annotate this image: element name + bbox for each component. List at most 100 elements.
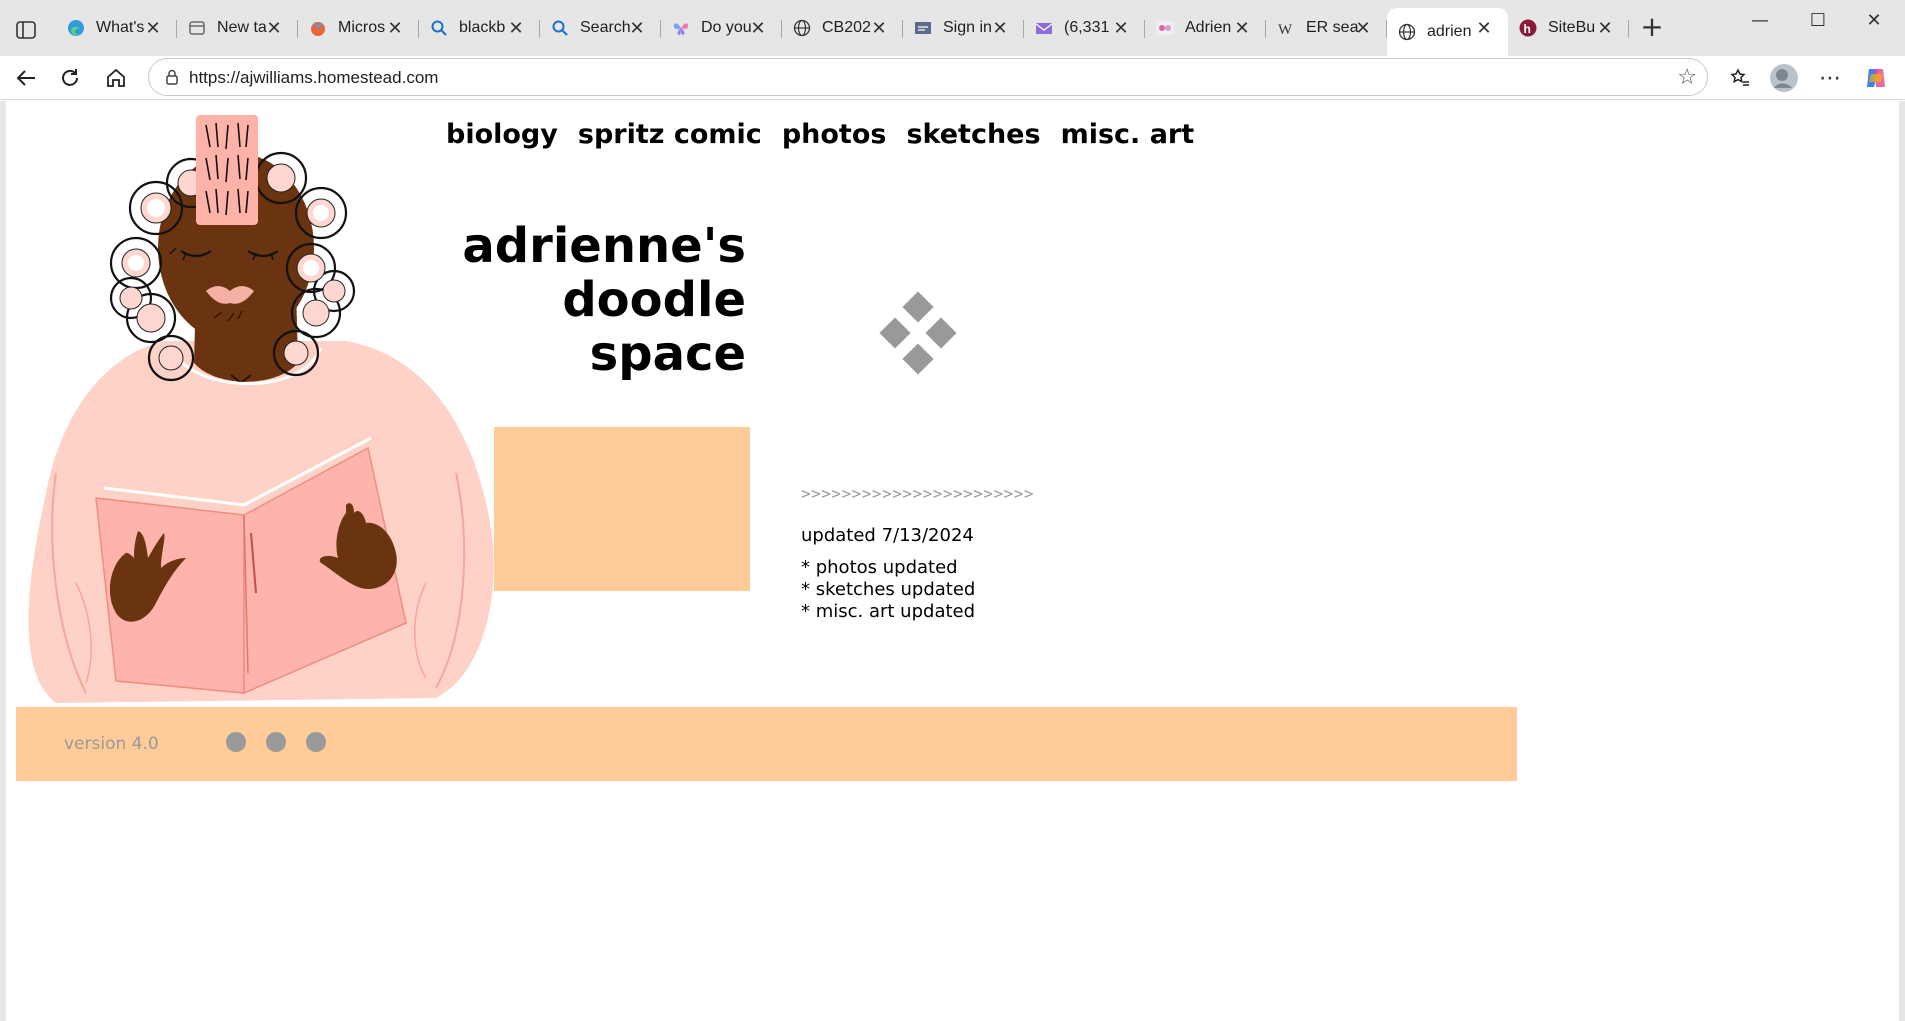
wikipedia-icon: W [1276, 18, 1296, 38]
site-title: adrienne's doodle space [406, 219, 746, 381]
home-icon[interactable] [98, 60, 134, 96]
profile-avatar[interactable] [1766, 60, 1802, 96]
refresh-icon[interactable] [52, 60, 88, 96]
tab-title: Sign in [943, 19, 992, 36]
browser-tab[interactable]: adrien ✕ [1387, 8, 1508, 56]
tab-title: Micros [338, 19, 386, 36]
dot-icon [306, 732, 326, 752]
change-list: * photos updated * sketches updated * misc… [801, 557, 975, 623]
tab-list: What's ✕ New ta ✕ Micros ✕ blackb ✕ Search ✕ Do yo… [56, 8, 1629, 56]
tab-title: blackb [459, 19, 506, 36]
browser-tab[interactable]: h SiteBu ✕ [1508, 8, 1629, 48]
nav-link[interactable]: photos [782, 119, 887, 150]
browser-toolbar: https://ajwilliams.homestead.com ☆ ⋯ [0, 56, 1905, 100]
browser-tab[interactable]: W ER sea ✕ [1266, 8, 1387, 48]
dot-icon [226, 732, 246, 752]
sitebuilder-icon: h [1518, 18, 1538, 38]
tab-strip: What's ✕ New ta ✕ Micros ✕ blackb ✕ Search ✕ Do yo… [0, 0, 1905, 56]
browser-tab[interactable]: Micros ✕ [298, 8, 419, 48]
browser-tab[interactable]: Adrien ✕ [1145, 8, 1266, 48]
favorites-icon[interactable] [1722, 60, 1758, 96]
browser-tab[interactable]: What's ✕ [56, 8, 177, 48]
browser-tab[interactable]: Do you ✕ [661, 8, 782, 48]
tab-close-icon[interactable]: ✕ [1234, 19, 1250, 37]
address-bar[interactable]: https://ajwilliams.homestead.com ☆ [148, 58, 1708, 96]
url-text[interactable]: https://ajwilliams.homestead.com [189, 68, 438, 88]
tab-title: adrien [1427, 23, 1472, 40]
tab-title: New ta [217, 19, 267, 36]
diamond-ornament-icon [879, 291, 957, 375]
change-item: * photos updated [801, 557, 958, 578]
browser-tab[interactable]: (6,331 ✕ [1024, 8, 1145, 48]
copilot-icon[interactable] [1858, 60, 1894, 96]
update-date: updated 7/13/2024 [801, 525, 974, 546]
minimize-icon[interactable]: — [1737, 10, 1783, 42]
tab-title: SiteBu [1548, 19, 1596, 36]
close-window-icon[interactable]: ✕ [1851, 10, 1897, 42]
signin-icon [913, 18, 933, 38]
globe-icon [792, 18, 812, 38]
svg-text:W: W [1278, 22, 1293, 37]
new-tab-button[interactable]: + [1636, 12, 1668, 44]
tab-title: What's [96, 19, 145, 36]
flickr-icon [1155, 18, 1175, 38]
tab-actions-icon[interactable] [10, 16, 42, 44]
browser-tab[interactable]: Sign in ✕ [903, 8, 1024, 48]
edge-icon [66, 18, 86, 38]
tab-close-icon[interactable]: ✕ [1355, 19, 1371, 37]
tab-close-icon[interactable]: ✕ [992, 19, 1008, 37]
nav-link[interactable]: misc. art [1061, 119, 1195, 150]
window-border-right [1899, 101, 1905, 1021]
browser-tab[interactable]: CB202 ✕ [782, 8, 903, 48]
nav-link[interactable]: sketches [906, 119, 1040, 150]
site-navigation: biology spritz comic photos sketches misc. a… [446, 119, 1194, 150]
site-title-line: adrienne's [462, 218, 746, 274]
nav-link[interactable]: spritz comic [578, 119, 762, 150]
dot-icon [266, 732, 286, 752]
mail-icon [1034, 18, 1054, 38]
site-title-line: space [589, 326, 746, 382]
peach-color-block [494, 427, 750, 591]
tab-close-icon[interactable]: ✕ [871, 19, 887, 37]
footer-bar: version 4.0 [16, 707, 1517, 781]
newtab-icon [187, 18, 207, 38]
tab-title: ER sea [1306, 19, 1359, 36]
tab-close-icon[interactable]: ✕ [750, 19, 766, 37]
tab-title: Search [580, 19, 631, 36]
page-viewport: biology spritz comic photos sketches misc. a… [6, 101, 1899, 1017]
browser-tab[interactable]: New ta ✕ [177, 8, 298, 48]
tab-close-icon[interactable]: ✕ [1476, 19, 1492, 37]
nav-link[interactable]: biology [446, 119, 558, 150]
dot-ornament [226, 732, 326, 752]
tab-title: (6,331 [1064, 19, 1110, 36]
globe-icon [1397, 22, 1417, 42]
tab-close-icon[interactable]: ✕ [1597, 19, 1613, 37]
tab-title: Adrien [1185, 19, 1232, 36]
tab-close-icon[interactable]: ✕ [1113, 19, 1129, 37]
more-icon[interactable]: ⋯ [1812, 60, 1848, 96]
tab-close-icon[interactable]: ✕ [266, 19, 282, 37]
woman-reading-illustration [28, 115, 494, 703]
arrow-divider: >>>>>>>>>>>>>>>>>>>>>>> [801, 484, 1035, 503]
butterfly-icon [671, 18, 691, 38]
tab-close-icon[interactable]: ✕ [145, 19, 161, 37]
back-icon[interactable] [8, 60, 44, 96]
tab-close-icon[interactable]: ✕ [508, 19, 524, 37]
version-label: version 4.0 [64, 734, 159, 754]
browser-tab[interactable]: blackb ✕ [419, 8, 540, 48]
search-icon [550, 18, 570, 38]
site-title-line: doodle [562, 272, 746, 328]
change-item: * misc. art updated [801, 601, 976, 622]
change-item: * sketches updated [801, 579, 976, 600]
tab-title: Do you [701, 19, 752, 36]
favorite-star-icon[interactable]: ☆ [1677, 65, 1697, 90]
tab-close-icon[interactable]: ✕ [629, 19, 645, 37]
site-info-icon[interactable] [163, 68, 181, 86]
svg-text:h: h [1524, 22, 1531, 36]
tab-close-icon[interactable]: ✕ [387, 19, 403, 37]
search-icon [429, 18, 449, 38]
browser-tab[interactable]: Search ✕ [540, 8, 661, 48]
maximize-icon[interactable]: ☐ [1795, 10, 1841, 42]
microsoft-start-icon [308, 18, 328, 38]
tab-title: CB202 [822, 19, 871, 36]
